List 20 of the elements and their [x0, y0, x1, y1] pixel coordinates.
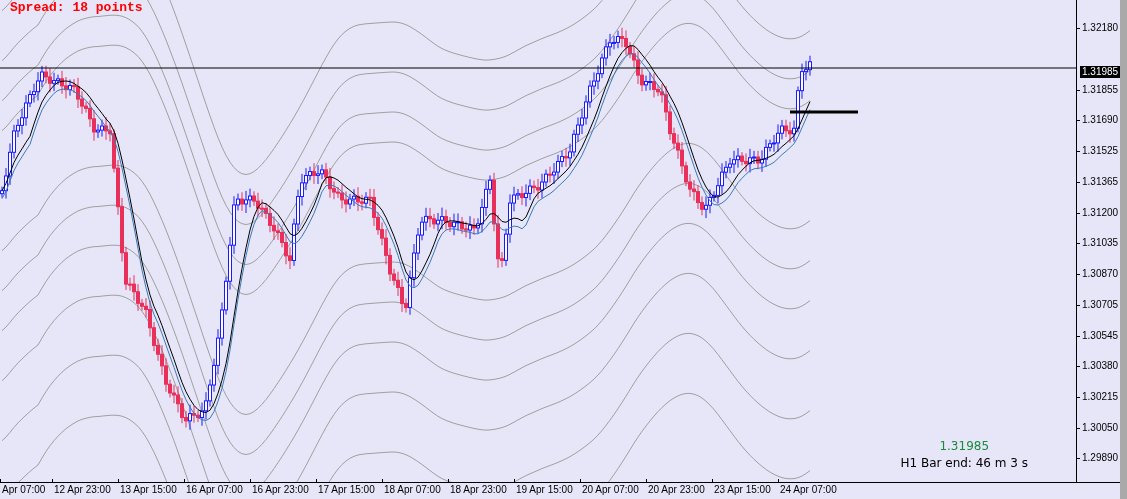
price-axis-label: 1.30545 [1077, 328, 1120, 360]
price-axis-label: 1.30050 [1077, 420, 1120, 452]
price-axis-label: 1.31200 [1077, 205, 1120, 237]
current-price: 1.31985 [939, 439, 990, 453]
price-axis-label: 1.30870 [1077, 267, 1120, 298]
spread-label: Spread: 18 points [10, 0, 143, 15]
level-line [790, 110, 858, 114]
price-axis-label: 1.31855 [1077, 82, 1120, 114]
price-axis-label: 1.31365 [1077, 174, 1120, 206]
price-axis-label: 1.30215 [1077, 389, 1120, 421]
scrollbar[interactable] [1120, 0, 1127, 499]
price-axis-label: 1.29890 [1077, 451, 1120, 483]
price-axis-label: 1.31690 [1077, 113, 1120, 145]
bid-price-label: 1.31985 [1080, 65, 1121, 78]
price-axis-label: 1.30380 [1077, 359, 1120, 390]
price-axis-label: 1.30705 [1077, 297, 1120, 329]
price-axis-label: 1.32180 [1077, 21, 1120, 52]
bar-end-timer: H1 Bar end: 46 m 3 s [900, 456, 1028, 470]
price-axis-label: 1.31525 [1077, 144, 1120, 175]
price-axis-label: 1.31035 [1077, 236, 1120, 268]
